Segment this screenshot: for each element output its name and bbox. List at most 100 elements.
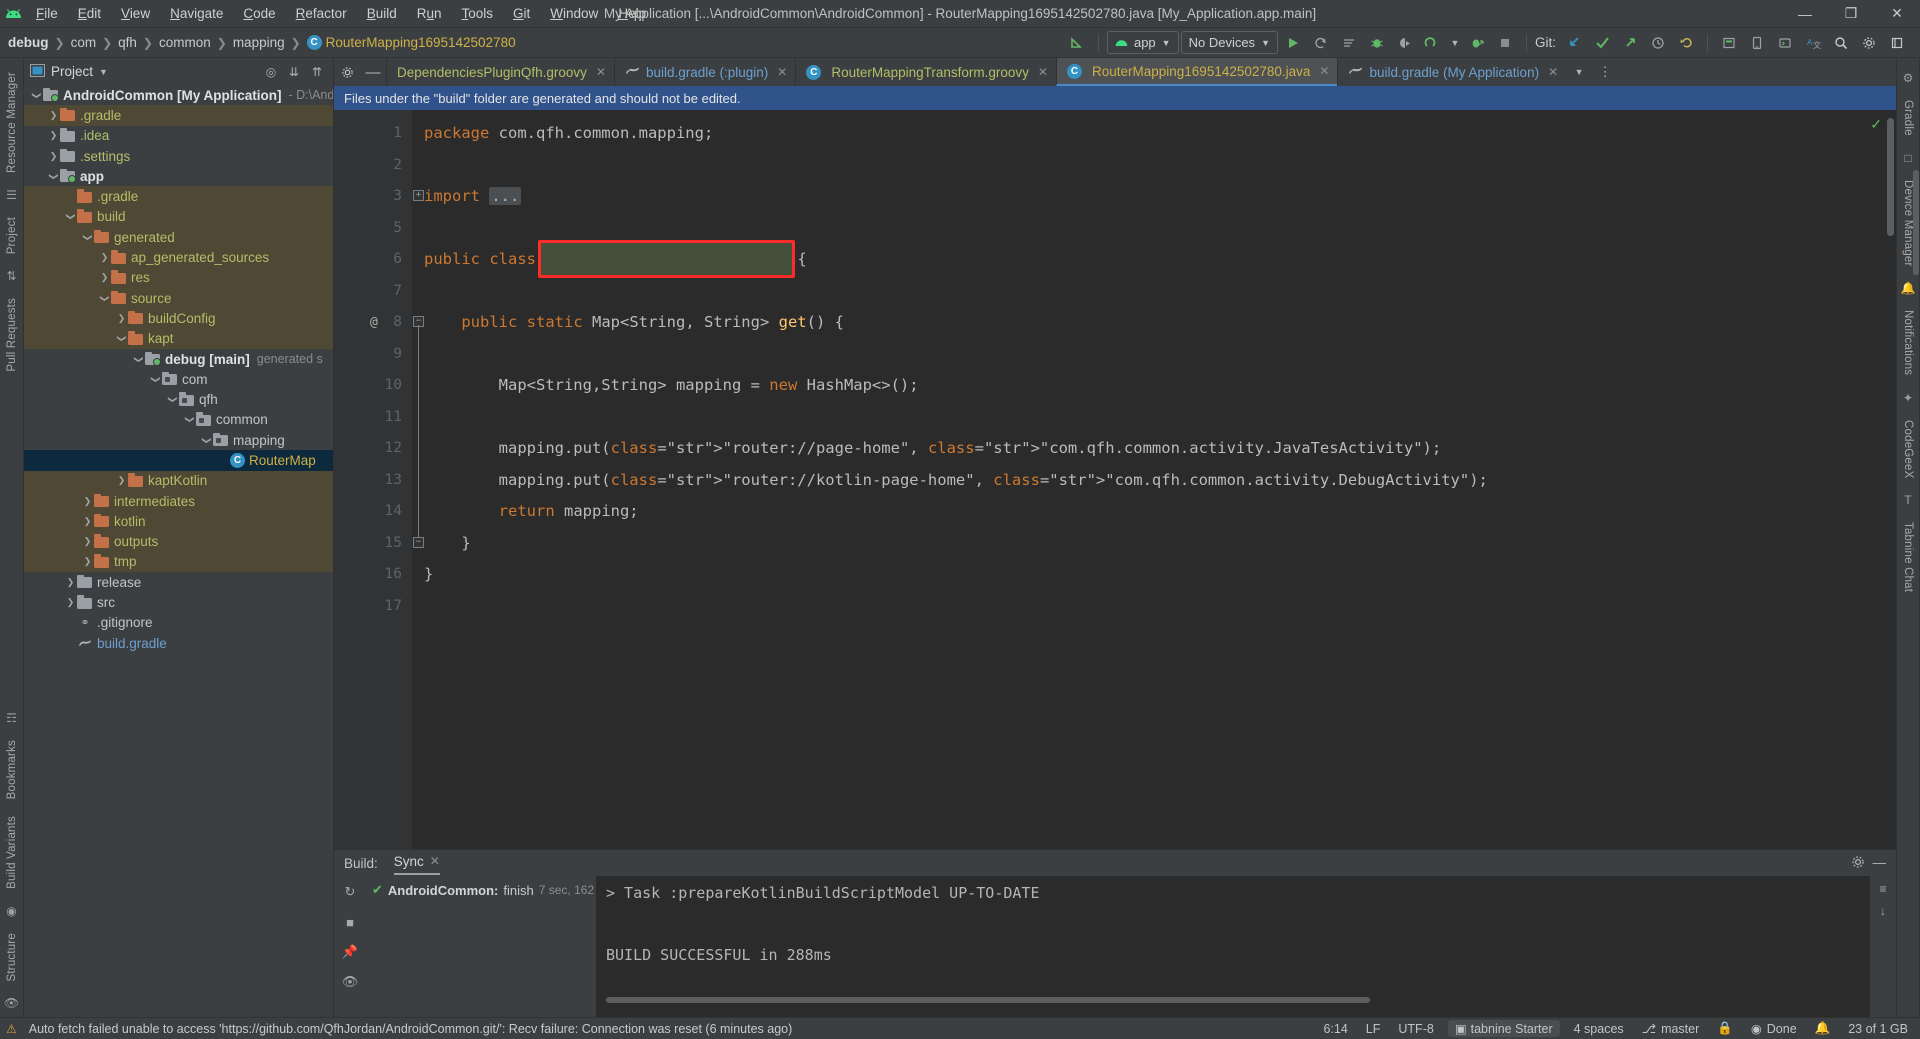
tree-node-ap-generated-sources[interactable]: ❯ ap_generated_sources — [24, 247, 333, 268]
menu-item-window[interactable]: Window — [540, 2, 608, 25]
code-line-3[interactable]: import ... — [424, 181, 1896, 213]
profile-icon[interactable] — [1392, 31, 1418, 55]
chevron-down-icon[interactable]: ❯ — [31, 89, 42, 102]
menu-item-file[interactable]: File — [26, 2, 68, 25]
code-line-7[interactable] — [424, 276, 1896, 308]
menu-item-code[interactable]: Code — [233, 2, 285, 25]
structure-icon[interactable]: ☰ — [2, 184, 22, 206]
close-icon[interactable]: ✕ — [596, 65, 606, 79]
code-line-8[interactable]: public static Map<String, String> get() … — [424, 307, 1896, 339]
editor-tab-overflow-icon[interactable]: ▼ — [1566, 58, 1592, 86]
attach-debugger-icon[interactable] — [1464, 31, 1490, 55]
minimize-icon[interactable]: — — [1873, 855, 1887, 872]
code-line-10[interactable]: Map<String,String> mapping = new HashMap… — [424, 370, 1896, 402]
codegeex-tool-icon[interactable]: ✦ — [1898, 387, 1918, 409]
editor-tab-more-icon[interactable]: ⋮ — [1592, 58, 1618, 86]
tree-node-mapping[interactable]: ❯ mapping — [24, 430, 333, 450]
editor-viewport[interactable]: 1 2 3 +5 6 7 8 @ −9 10 11 12 13 14 15−16 17 package com… — [334, 110, 1896, 849]
breadcrumb-debug[interactable]: debug — [8, 35, 49, 50]
gear-icon[interactable] — [1856, 31, 1882, 55]
bookmarks-icon[interactable]: ☶ — [2, 707, 22, 729]
git-commit-icon[interactable] — [1589, 31, 1615, 55]
inspection-status-icon[interactable]: ✓ — [1870, 116, 1882, 133]
gutter-line-10[interactable]: 10 — [334, 370, 412, 402]
menu-item-navigate[interactable]: Navigate — [160, 2, 233, 25]
run-with-coverage-icon[interactable] — [1336, 31, 1362, 55]
breadcrumb-qfh[interactable]: qfh — [118, 35, 137, 50]
code-line-16[interactable]: } — [424, 559, 1896, 591]
editor-scrollbar[interactable] — [1887, 118, 1894, 236]
tabnine-status[interactable]: ▣ tabnine Starter — [1447, 1020, 1560, 1037]
line-separator[interactable]: LF — [1362, 1022, 1385, 1036]
chevron-down-icon[interactable]: ❯ — [167, 393, 178, 406]
tool-strip-gradle[interactable]: Gradle — [1902, 92, 1914, 144]
tree-node-res[interactable]: ❯ res — [24, 267, 333, 288]
breadcrumb-common[interactable]: common — [159, 35, 211, 50]
gutter-line-17[interactable]: 17 — [334, 591, 412, 623]
chevron-right-icon[interactable]: ❯ — [81, 536, 94, 547]
menu-item-edit[interactable]: Edit — [68, 2, 111, 25]
tool-strip-build-variants[interactable]: Build Variants — [6, 808, 18, 897]
tool-strip-project[interactable]: Project — [6, 209, 18, 262]
pin-icon[interactable]: 📌 — [340, 942, 360, 962]
gear-icon[interactable] — [1851, 855, 1865, 872]
tool-strip-bookmarks[interactable]: Bookmarks — [6, 732, 18, 807]
search-icon[interactable] — [1828, 31, 1854, 55]
gutter-line-3[interactable]: 3 + — [334, 181, 424, 213]
chevron-down-icon[interactable]: ▼ — [99, 67, 108, 77]
scroll-end-icon[interactable]: ↓ — [1880, 904, 1886, 918]
chevron-right-icon[interactable]: ❯ — [47, 110, 60, 121]
gutter-line-2[interactable]: 2 — [334, 150, 412, 182]
tree-node-androidcommon-my-application[interactable]: ❯ AndroidCommon [My Application] - D:\And — [24, 85, 333, 105]
tree-node-gradle[interactable]: .gradle — [24, 186, 333, 207]
code-line-11[interactable] — [424, 402, 1896, 434]
code-line-13[interactable]: mapping.put(class="str">"router://kotlin… — [424, 465, 1896, 497]
tree-node-common[interactable]: ❯ common — [24, 410, 333, 430]
code-line-5[interactable] — [424, 213, 1896, 245]
chevron-right-icon[interactable]: ❯ — [98, 272, 111, 283]
chevron-right-icon[interactable]: ❯ — [115, 475, 128, 486]
chevron-right-icon[interactable]: ❯ — [47, 151, 60, 162]
tree-node-release[interactable]: ❯ release — [24, 572, 333, 592]
tree-node-buildconfig[interactable]: ❯ buildConfig — [24, 308, 333, 329]
breadcrumb-file[interactable]: RouterMapping1695142502780 — [326, 35, 516, 50]
history-icon[interactable] — [1645, 31, 1671, 55]
chevron-right-icon[interactable]: ❯ — [64, 577, 77, 588]
tree-node-kapt[interactable]: ❯ kapt — [24, 328, 333, 349]
gutter-line-8[interactable]: 8 @ − — [334, 307, 424, 540]
tree-node-com[interactable]: ❯ com — [24, 369, 333, 389]
layout-inspector-icon[interactable] — [1716, 31, 1742, 55]
pull-request-icon[interactable]: ⇅ — [2, 265, 22, 287]
chevron-down-icon[interactable]: ❯ — [48, 170, 59, 183]
chevron-right-icon[interactable]: ❯ — [64, 597, 77, 608]
editor-hide-icon[interactable]: — — [360, 58, 386, 86]
collapse-all-icon[interactable]: ⇊ — [284, 62, 304, 82]
chevron-down-icon[interactable]: ❯ — [184, 413, 195, 426]
close-icon[interactable]: ✕ — [430, 854, 440, 868]
tool-strip-tabnine-chat[interactable]: Tabnine Chat — [1902, 514, 1914, 600]
chevron-right-icon[interactable]: ❯ — [81, 496, 94, 507]
stop-icon[interactable]: ■ — [340, 912, 360, 932]
editor-gutter[interactable]: 1 2 3 +5 6 7 8 @ −9 10 11 12 13 14 15−16 17 — [334, 110, 424, 849]
gutter-line-11[interactable]: 11 — [334, 402, 412, 434]
gutter-line-5[interactable]: 5 — [334, 213, 412, 245]
tree-node-gradle[interactable]: ❯ .gradle — [24, 105, 333, 126]
tree-node-qfh[interactable]: ❯ qfh — [24, 389, 333, 409]
build-output-log[interactable]: > Task :prepareKotlinBuildScriptModel UP… — [596, 876, 1870, 1017]
gutter-line-12[interactable]: 12 — [334, 433, 412, 465]
tree-node-kotlin[interactable]: ❯ kotlin — [24, 511, 333, 532]
code-line-9[interactable] — [424, 339, 1896, 371]
tree-node-generated[interactable]: ❯ generated — [24, 227, 333, 248]
gradle-tool-icon[interactable]: ⚙ — [1898, 67, 1918, 89]
inspection-status[interactable]: ◉ Done — [1747, 1021, 1801, 1037]
maximize-button[interactable]: ❐ — [1828, 0, 1874, 28]
tool-strip-pull-requests[interactable]: Pull Requests — [6, 290, 18, 380]
tree-node-build-gradle[interactable]: build.gradle — [24, 633, 333, 653]
gutter-line-14[interactable]: 14 — [334, 496, 412, 528]
annotation-gutter-marker[interactable]: @ — [370, 307, 378, 339]
expand-all-icon[interactable]: ⇈ — [307, 62, 327, 82]
chevron-down-icon[interactable]: ❯ — [116, 332, 127, 345]
rerun-icon[interactable] — [1308, 31, 1334, 55]
tree-node-intermediates[interactable]: ❯ intermediates — [24, 490, 333, 512]
menu-item-refactor[interactable]: Refactor — [286, 2, 357, 25]
